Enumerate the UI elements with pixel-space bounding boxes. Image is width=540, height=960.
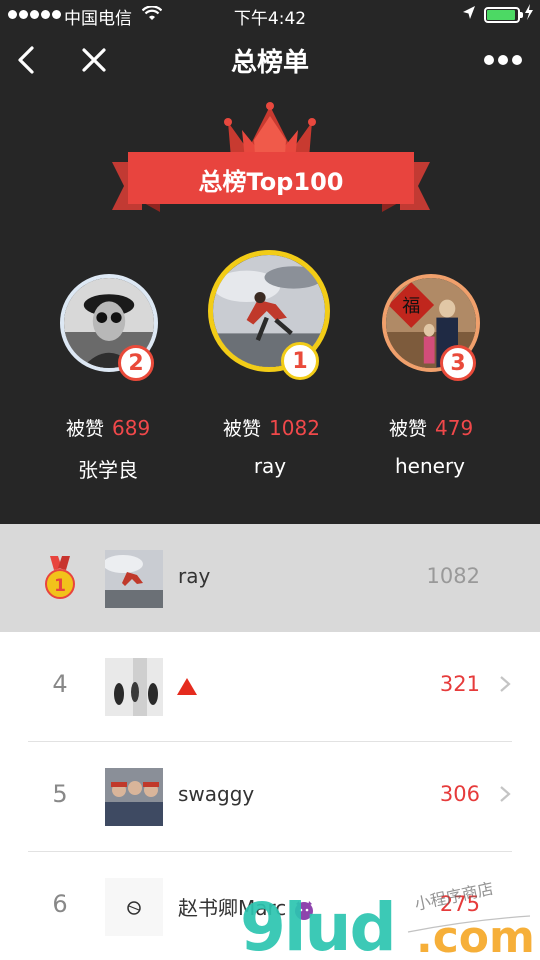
likes-label: 被赞 (66, 418, 105, 440)
rank-badge-3: 3 (440, 345, 476, 381)
current-user-row[interactable]: 1 ray 1082 (0, 524, 540, 632)
podium-name-2: 张学良 (78, 458, 138, 482)
user-name (177, 672, 198, 696)
status-time: 下午4:42 (233, 9, 307, 29)
more-options-button[interactable] (484, 52, 524, 68)
user-name: ray (178, 564, 211, 588)
chevron-right-icon (500, 786, 511, 802)
status-bar: 中国电信 下午4:42 (0, 0, 540, 30)
likes-count: 1082 (269, 416, 320, 440)
close-button[interactable] (78, 44, 110, 76)
svg-text:小程序商店: 小程序商店 (413, 880, 495, 914)
banner-title: 总榜Top100 (198, 168, 344, 196)
likes-label: 被赞 (389, 418, 428, 440)
podium-likes-1: 被赞 1082 (223, 414, 320, 441)
location-arrow-icon (462, 5, 476, 26)
rank-number: 5 (52, 780, 68, 808)
navigation-bar: 总榜单 (0, 30, 540, 90)
user-name: swaggy (178, 782, 255, 806)
leaderboard-header: 总榜Top100 2 1 福 3 被赞 689 被赞 1082 被赞 479 张… (0, 90, 540, 524)
chevron-left-icon (18, 46, 34, 74)
chevron-right-icon (500, 676, 511, 692)
list-item[interactable]: 4 321 (0, 632, 540, 742)
avatar (105, 658, 163, 716)
podium-name-1: ray (253, 454, 287, 478)
more-dot-icon (484, 55, 494, 65)
podium-likes-3: 被赞 479 (389, 414, 473, 441)
likes-count: 479 (435, 416, 474, 440)
back-button[interactable] (12, 42, 42, 78)
podium-likes-2: 被赞 689 (66, 414, 150, 441)
close-icon (82, 48, 106, 72)
svg-text:.com: .com (416, 912, 535, 960)
user-score: 306 (439, 782, 480, 806)
avatar (105, 550, 163, 608)
medal-rank: 1 (54, 576, 66, 596)
rank-number: 6 (52, 890, 68, 918)
likes-count: 689 (112, 416, 151, 440)
watermark-logo: 9lud .com 小程序商店 (240, 880, 535, 960)
avatar (105, 878, 163, 936)
more-dot-icon (512, 55, 522, 65)
avatar (105, 768, 163, 826)
podium-name-3: henery (394, 454, 466, 478)
rank-number: 4 (52, 670, 68, 698)
rank-badge-1: 1 (281, 342, 319, 380)
svg-text:9lud: 9lud (240, 889, 395, 960)
gold-medal-icon: 1 (45, 556, 75, 599)
more-dot-icon (498, 55, 508, 65)
rank-badge-2: 2 (118, 345, 154, 381)
likes-label: 被赞 (223, 418, 262, 440)
svg-text:福: 福 (402, 296, 420, 317)
list-item[interactable]: 5 swaggy 306 (0, 742, 540, 852)
charging-bolt-icon (524, 4, 534, 24)
battery-icon (484, 7, 523, 23)
user-score: 321 (439, 672, 480, 696)
red-triangle-icon (177, 677, 197, 695)
user-score: 1082 (426, 564, 480, 588)
